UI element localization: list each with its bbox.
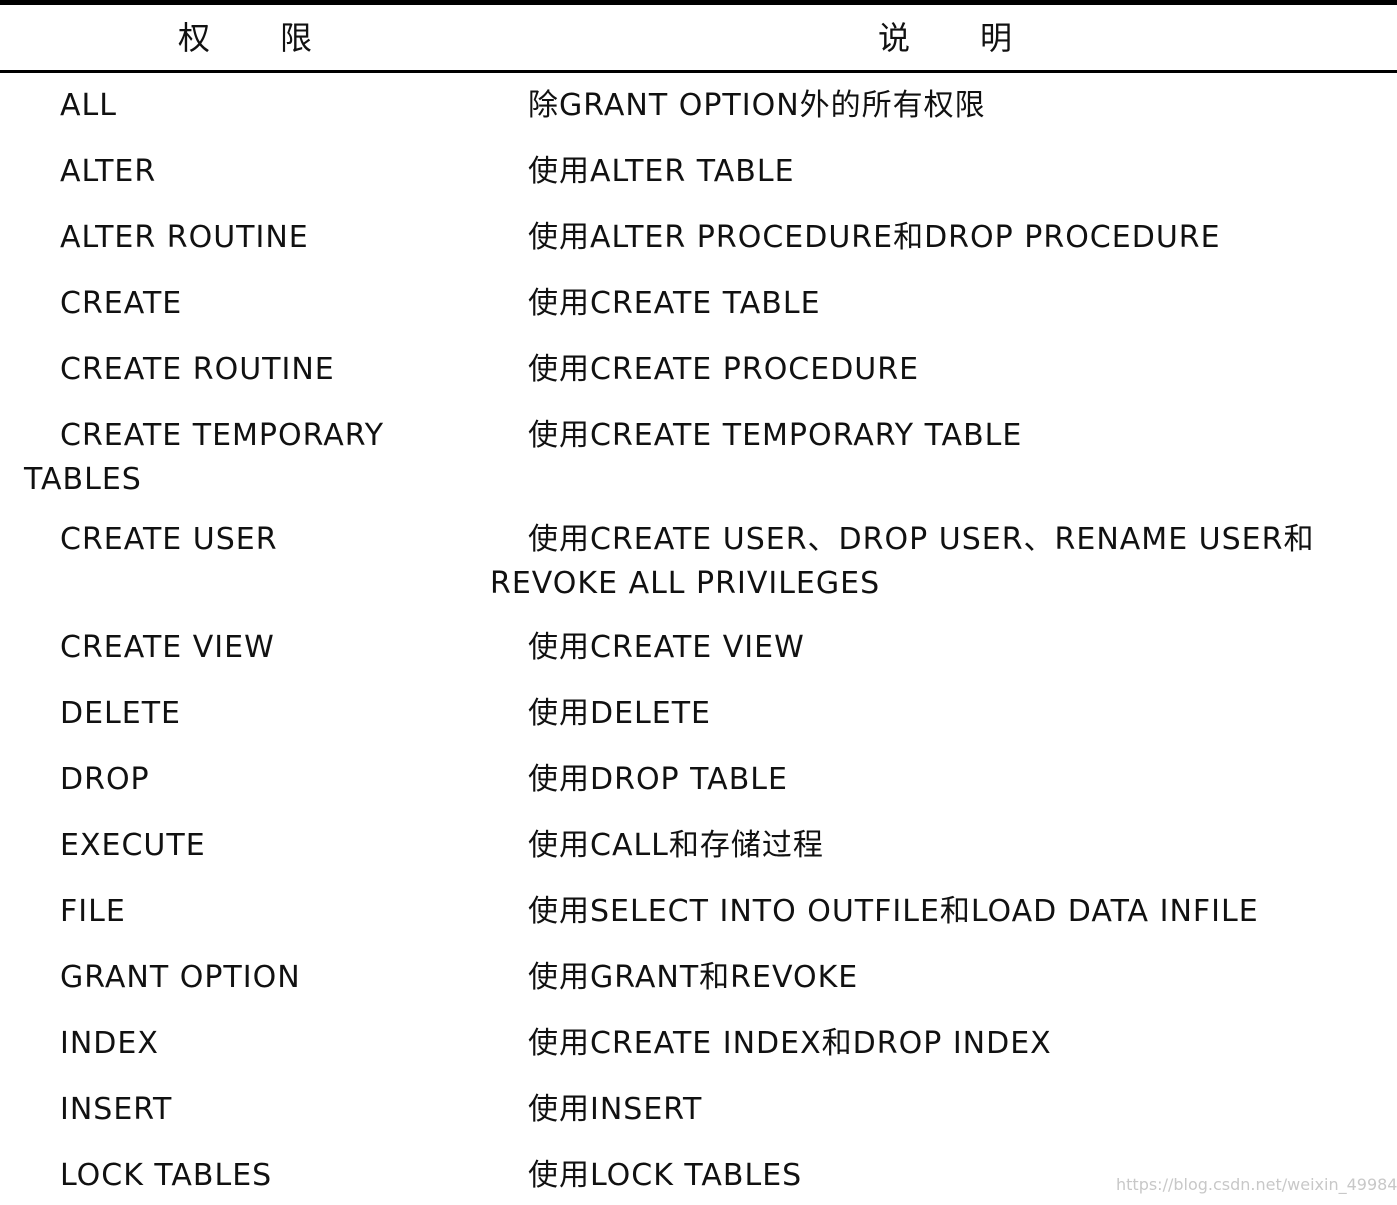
row-description: 使用CREATE VIEW bbox=[528, 630, 805, 665]
row-privilege: ALL bbox=[60, 88, 117, 123]
row-privilege: INDEX bbox=[60, 1026, 159, 1061]
row-description: 使用CREATE INDEX和DROP INDEX bbox=[528, 1026, 1052, 1061]
row-description: 使用GRANT和REVOKE bbox=[528, 960, 859, 995]
header-description: 说明 bbox=[878, 19, 1083, 57]
row-description: 使用LOCK TABLES bbox=[528, 1158, 803, 1193]
row-description: 使用SELECT INTO OUTFILE和LOAD DATA INFILE bbox=[528, 894, 1259, 929]
row-privilege: EXECUTE bbox=[60, 828, 206, 863]
header-privilege: 权限 bbox=[178, 19, 383, 57]
row-privilege: CREATE bbox=[60, 286, 183, 321]
row-description: 使用DROP TABLE bbox=[528, 762, 788, 797]
header-rule bbox=[0, 70, 1397, 73]
row-privilege: CREATE TEMPORARY TABLES bbox=[24, 418, 385, 497]
row-privilege: ALTER ROUTINE bbox=[60, 220, 309, 255]
row-privilege: CREATE ROUTINE bbox=[60, 352, 335, 387]
row-description: 使用CREATE TEMPORARY TABLE bbox=[528, 418, 1023, 453]
row-description: 除GRANT OPTION外的所有权限 bbox=[528, 88, 986, 123]
row-privilege: GRANT OPTION bbox=[60, 960, 301, 995]
row-privilege: CREATE USER bbox=[60, 522, 278, 557]
row-privilege: ALTER bbox=[60, 154, 157, 189]
watermark-url: https://blog.csdn.net/weixin_49984044 bbox=[1116, 1175, 1397, 1194]
row-description: 使用CREATE TABLE bbox=[528, 286, 821, 321]
row-description: 使用ALTER TABLE bbox=[528, 154, 795, 189]
row-description: 使用DELETE bbox=[528, 696, 712, 731]
table-top-rule bbox=[0, 0, 1397, 5]
row-description: 使用INSERT bbox=[528, 1092, 703, 1127]
row-privilege: DROP bbox=[60, 762, 150, 797]
row-description: 使用CALL和存储过程 bbox=[528, 828, 824, 863]
row-privilege: INSERT bbox=[60, 1092, 173, 1127]
row-privilege: CREATE VIEW bbox=[60, 630, 275, 665]
row-privilege: FILE bbox=[60, 894, 126, 929]
row-privilege: DELETE bbox=[60, 696, 182, 731]
row-description: 使用ALTER PROCEDURE和DROP PROCEDURE bbox=[528, 220, 1221, 255]
row-privilege: LOCK TABLES bbox=[60, 1158, 273, 1193]
row-description: 使用CREATE PROCEDURE bbox=[528, 352, 920, 387]
privilege-table: 权限 说明 ALL 除GRANT OPTION外的所有权限 ALTER 使用AL… bbox=[0, 0, 1397, 1205]
row-description: 使用CREATE USER、DROP USER、RENAME USER和REVO… bbox=[490, 522, 1315, 601]
